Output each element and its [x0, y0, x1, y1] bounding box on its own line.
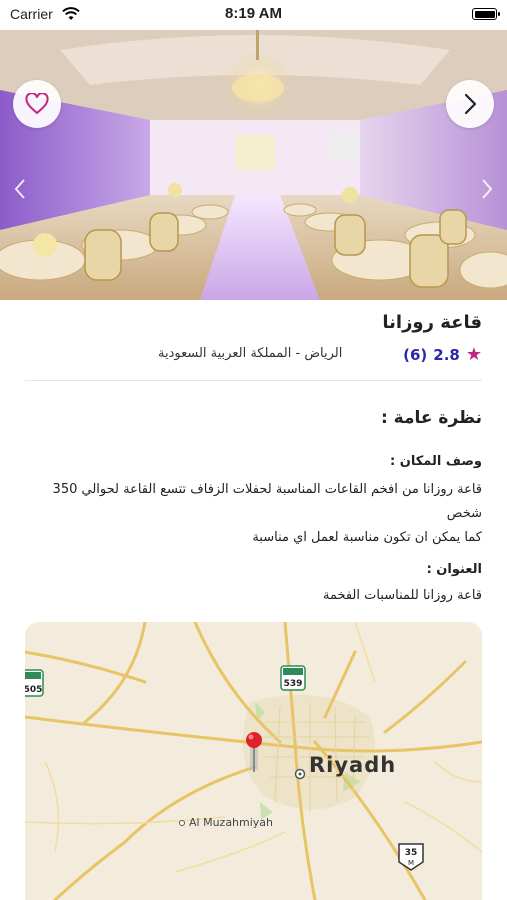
route-505-shield: 505 [25, 669, 44, 697]
svg-text:539: 539 [284, 679, 303, 689]
location-map[interactable]: 539 505 35 M Riyadh Al Muzahmiyah [25, 622, 482, 900]
carousel-prev-icon[interactable] [14, 178, 26, 200]
town-label: Al Muzahmiyah [189, 816, 273, 829]
carousel-next-icon[interactable] [481, 178, 493, 200]
star-icon: ★ [465, 344, 482, 365]
city-label: Riyadh [309, 753, 396, 777]
svg-text:M: M [408, 859, 414, 867]
venue-photo-carousel[interactable] [0, 30, 507, 300]
overview-heading: نظرة عامة : [380, 408, 482, 428]
address-label: العنوان : [426, 562, 482, 577]
rating-value: 2.8 [433, 345, 460, 364]
venue-location: الرياض - المملكة العربية السعودية [158, 346, 343, 361]
description-line: كما يمكن ان تكون مناسبة لعمل اي مناسبة [252, 530, 482, 545]
svg-text:35: 35 [405, 848, 418, 858]
description-line: قاعة روزانا من افخم القاعات المناسبة لحف… [52, 482, 482, 497]
divider [25, 380, 482, 381]
description-line: شخص [446, 506, 482, 521]
svg-text:505: 505 [25, 685, 42, 695]
venue-title: قاعة روزانا [382, 312, 482, 333]
forward-button[interactable] [446, 80, 494, 128]
rating: ★ 2.8 (6) [403, 344, 482, 365]
map-view: 539 505 35 M Riyadh Al Muzahmiyah [25, 622, 482, 900]
address-text: قاعة روزانا للمناسبات الفخمة [322, 588, 482, 603]
status-time: 8:19 AM [225, 5, 282, 22]
description-text: قاعة روزانا من افخم القاعات المناسبة لحف… [22, 478, 482, 550]
status-bar: Carrier 8:19 AM [0, 0, 507, 30]
description-label: وصف المكان : [390, 454, 482, 469]
venue-hall-photo [0, 30, 507, 300]
rating-count: (6) [403, 345, 428, 364]
favorite-button[interactable] [13, 80, 61, 128]
battery-icon [472, 8, 500, 20]
chevron-right-icon [464, 93, 477, 115]
heart-icon [25, 93, 49, 115]
route-539-shield: 539 [280, 665, 306, 691]
